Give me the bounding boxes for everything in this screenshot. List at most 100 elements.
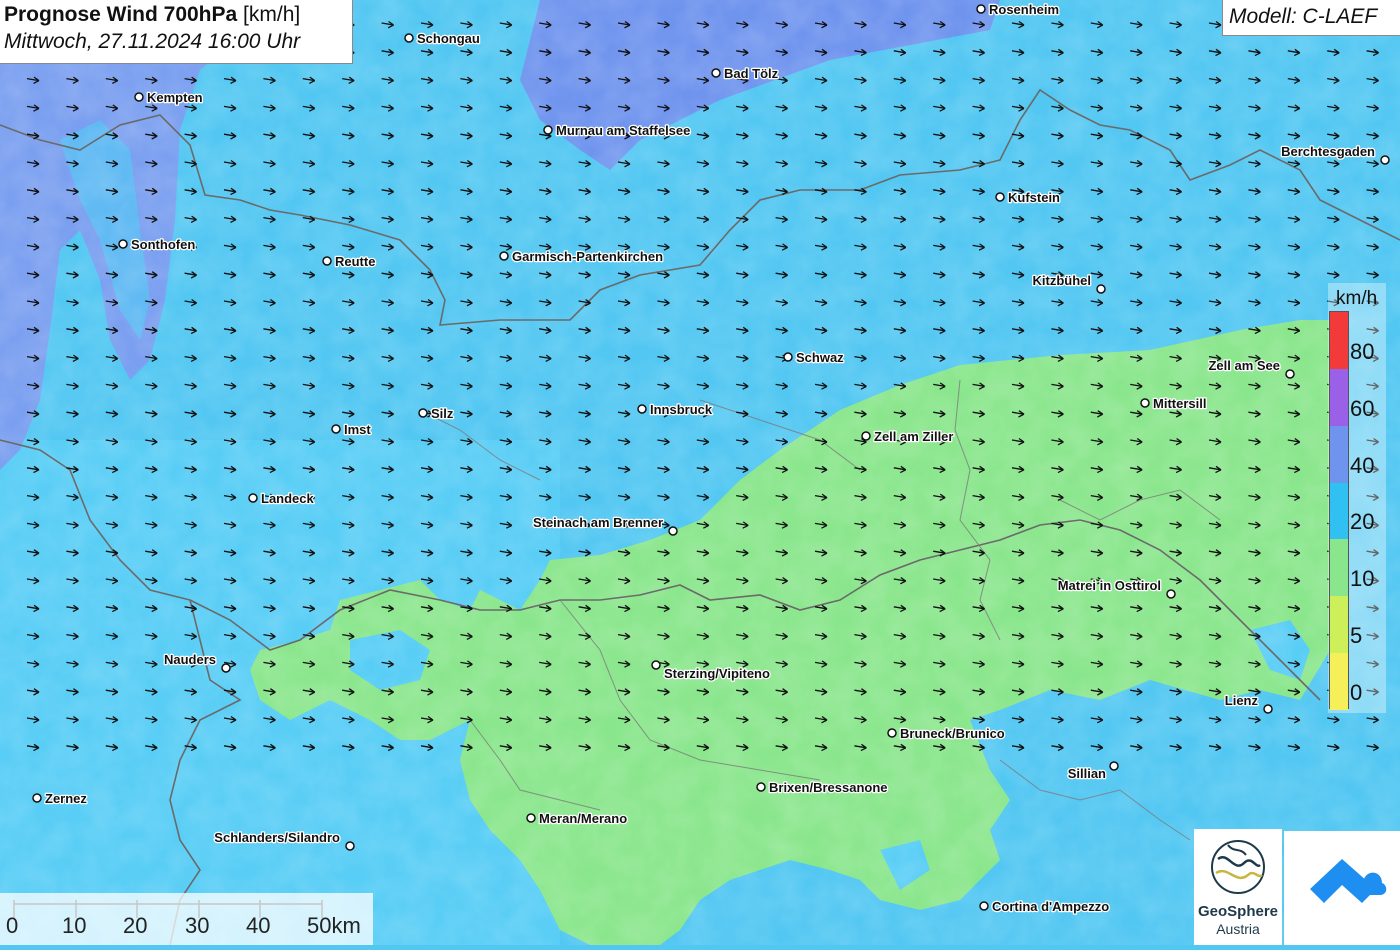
- forecast-datetime: Mittwoch, 27.11.2024 16:00 Uhr: [4, 30, 301, 53]
- city-dot: [418, 408, 428, 418]
- logo-text-geosphere: GeoSphere: [1197, 903, 1279, 920]
- city-dot: [976, 4, 986, 14]
- city-dot: [1166, 589, 1176, 599]
- city-label: Zell am See: [1208, 358, 1280, 373]
- weather-app-logo[interactable]: [1284, 831, 1400, 945]
- city-label: Kufstein: [1008, 190, 1060, 205]
- map-title: Prognose Wind 700hPa [km/h]: [4, 3, 348, 27]
- city-dot: [861, 431, 871, 441]
- city-label: Kitzbühel: [1033, 273, 1092, 288]
- city-dot: [1263, 704, 1273, 714]
- city-label: Garmisch-Partenkirchen: [512, 249, 663, 264]
- city-label: Zell am Ziller: [874, 429, 953, 444]
- city-dot: [1109, 761, 1119, 771]
- city-dot: [711, 68, 721, 78]
- city-label: Nauders: [164, 652, 216, 667]
- map-title-box: Prognose Wind 700hPa [km/h] Mittwoch, 27…: [0, 0, 353, 64]
- geosphere-emblem-icon: [1211, 840, 1265, 894]
- color-legend: km/h 80 60 40 20 10 5 0: [1328, 283, 1386, 713]
- city-dot: [637, 404, 647, 414]
- city-dot: [404, 33, 414, 43]
- cloud-logo-icon: [1310, 859, 1387, 903]
- map-title-unit: [km/h]: [243, 3, 301, 26]
- city-label: Schlanders/Silandro: [214, 830, 340, 845]
- legend-label-60: 60: [1350, 395, 1375, 421]
- city-dot: [345, 841, 355, 851]
- city-label: Cortina d'Ampezzo: [992, 899, 1109, 914]
- city-label: Kempten: [147, 90, 203, 105]
- city-dot: [979, 901, 989, 911]
- city-label: Reutte: [335, 254, 375, 269]
- logo-text-austria: Austria: [1216, 921, 1260, 937]
- scale-label-0: 0: [6, 913, 19, 938]
- scale-label-10: 10: [62, 913, 87, 938]
- city-dot: [543, 125, 553, 135]
- legend-label-20: 20: [1350, 509, 1375, 535]
- legend-label-40: 40: [1350, 452, 1375, 478]
- city-dot: [756, 782, 766, 792]
- wind-map[interactable]: Rosenheim Schongau Bad Tölz Kempten Murnau a…: [0, 0, 1400, 945]
- city-label: Schwaz: [796, 350, 844, 365]
- city-label: Bad Tölz: [724, 66, 779, 81]
- city-label: Mittersill: [1153, 396, 1206, 411]
- legend-swatch-60: [1330, 368, 1348, 426]
- legend-label-10: 10: [1350, 566, 1375, 592]
- scale-label-40: 40: [246, 913, 271, 938]
- city-label: Steinach am Brenner: [533, 515, 663, 530]
- city-label: Murnau am Staffelsee: [556, 123, 690, 138]
- city-dot: [526, 813, 536, 823]
- legend-color-bar: [1329, 311, 1349, 710]
- legend-label-80: 80: [1350, 338, 1375, 364]
- city-label: Sterzing/Vipiteno: [664, 666, 770, 681]
- city-dot: [221, 663, 231, 673]
- legend-swatch-80: [1330, 312, 1348, 369]
- city-label: Rosenheim: [989, 2, 1059, 17]
- city-label: Berchtesgaden: [1281, 144, 1375, 159]
- city-dot: [783, 352, 793, 362]
- scale-label-50km: 50km: [307, 913, 361, 938]
- scale-label-30: 30: [185, 913, 210, 938]
- city-dot: [887, 728, 897, 738]
- city-dot: [134, 92, 144, 102]
- legend-swatch-5: [1330, 596, 1348, 654]
- city-label: Imst: [344, 422, 371, 437]
- geosphere-logo[interactable]: GeoSphere Austria: [1194, 829, 1282, 945]
- city-label: Silz: [431, 406, 454, 421]
- city-label: Zernez: [45, 791, 87, 806]
- legend-swatch-40: [1330, 425, 1348, 483]
- legend-label-0: 0: [1350, 680, 1363, 705]
- city-label: Innsbruck: [650, 402, 713, 417]
- city-dot: [995, 192, 1005, 202]
- terrain-relief: [0, 0, 1400, 945]
- city-dot: [651, 660, 661, 670]
- city-label: Sillian: [1068, 766, 1106, 781]
- city-label: Brixen/Bressanone: [769, 780, 888, 795]
- city-dot: [668, 526, 678, 536]
- city-dot: [322, 256, 332, 266]
- legend-swatch-0: [1330, 653, 1348, 710]
- city-dot: [32, 793, 42, 803]
- legend-swatch-20: [1330, 482, 1348, 540]
- city-dot: [248, 493, 258, 503]
- city-label: Matrei in Osttirol: [1058, 578, 1161, 593]
- scale-label-20: 20: [123, 913, 148, 938]
- city-label: Schongau: [417, 31, 480, 46]
- city-dot: [499, 251, 509, 261]
- city-label: Meran/Merano: [539, 811, 627, 826]
- city-dot: [1140, 398, 1150, 408]
- legend-swatch-10: [1330, 539, 1348, 597]
- city-dot: [118, 239, 128, 249]
- legend-label-5: 5: [1350, 623, 1363, 649]
- map-title-main: Prognose Wind 700hPa: [4, 3, 238, 26]
- legend-unit: km/h: [1336, 288, 1378, 309]
- city-dot: [331, 424, 341, 434]
- model-label: Modell: C-LAEF: [1222, 0, 1400, 36]
- city-label: Landeck: [261, 491, 315, 506]
- city-label: Lienz: [1225, 693, 1259, 708]
- city-dot: [1096, 284, 1106, 294]
- scale-bar: 0 10 20 30 40 50km: [0, 893, 373, 945]
- city-label: Bruneck/Brunico: [900, 726, 1005, 741]
- city-dot: [1380, 155, 1390, 165]
- city-label: Sonthofen: [131, 237, 195, 252]
- city-dot: [1285, 369, 1295, 379]
